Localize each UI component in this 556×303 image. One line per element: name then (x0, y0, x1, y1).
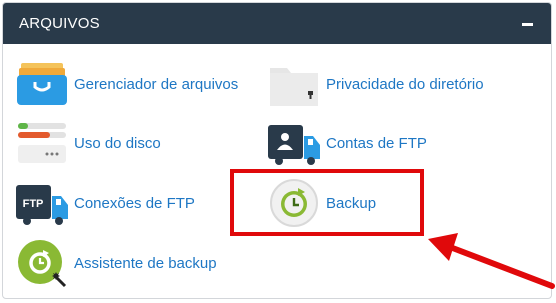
ftp-connections-label: Conexões de FTP (74, 195, 195, 212)
backup-wizard-link[interactable]: Assistente de backup (16, 237, 236, 289)
backup-wizard-icon (18, 240, 67, 288)
svg-text:FTP: FTP (23, 198, 44, 210)
panel-header: ARQUIVOS (3, 3, 551, 44)
file-manager-label: Gerenciador de arquivos (74, 76, 239, 93)
file-manager-link[interactable]: Gerenciador de arquivos (16, 58, 246, 110)
ftp-accounts-link[interactable]: Contas de FTP (268, 117, 468, 169)
ftp-connections-icon: FTP (16, 185, 68, 225)
ftp-accounts-icon (268, 125, 320, 165)
backup-wizard-label: Assistente de backup (74, 255, 217, 272)
highlight-box (230, 169, 424, 236)
red-arrow-icon (428, 233, 555, 289)
panel-title: ARQUIVOS (19, 15, 100, 32)
file-manager-icon (17, 63, 67, 105)
folder-lock-icon (270, 68, 318, 106)
minus-icon[interactable] (519, 15, 537, 33)
disk-usage-label: Uso do disco (74, 135, 161, 152)
ftp-accounts-label: Contas de FTP (326, 135, 427, 152)
directory-privacy-label: Privacidade do diretório (326, 76, 484, 93)
ftp-connections-link[interactable]: FTP Conexões de FTP (16, 177, 216, 229)
disk-usage-icon (18, 123, 66, 163)
directory-privacy-link[interactable]: Privacidade do diretório (268, 58, 498, 110)
disk-usage-link[interactable]: Uso do disco (16, 117, 216, 169)
